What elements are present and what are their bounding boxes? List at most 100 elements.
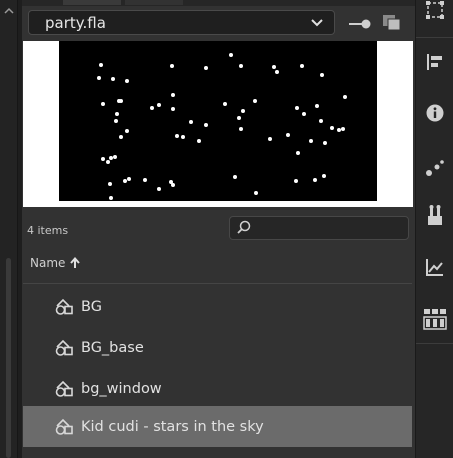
stars-preview-image <box>59 41 377 201</box>
star-dot <box>253 99 257 103</box>
star-dot <box>197 139 201 143</box>
item-name: BG_base <box>81 339 144 356</box>
swatches-button[interactable] <box>416 304 453 338</box>
star-dot <box>341 127 345 131</box>
star-dot <box>108 182 112 186</box>
star-dot <box>106 160 110 164</box>
star-dot <box>171 107 175 111</box>
star-dot <box>237 116 241 120</box>
components-icon <box>425 204 445 230</box>
star-dot <box>233 175 237 179</box>
right-toolbar <box>415 0 453 458</box>
star-dot <box>171 183 175 187</box>
star-dot <box>101 102 105 106</box>
star-dot <box>320 73 324 77</box>
star-dot <box>337 128 341 132</box>
transform-icon <box>425 0 445 24</box>
star-dot <box>239 127 243 131</box>
tab-properties[interactable] <box>62 0 122 6</box>
star-dot <box>204 66 208 70</box>
left-scrollbar[interactable] <box>6 258 11 458</box>
star-dot <box>109 196 113 200</box>
star-dot <box>111 77 115 81</box>
item-name: BG <box>81 298 102 315</box>
star-dot <box>171 93 175 97</box>
library-item[interactable]: BG_base <box>23 327 412 368</box>
star-dot <box>309 139 313 143</box>
motion-editor-button[interactable] <box>416 252 453 286</box>
star-dot <box>294 179 298 183</box>
components-button[interactable] <box>416 200 453 234</box>
symbol-icon <box>53 379 75 399</box>
star-dot <box>302 112 306 116</box>
info-icon <box>425 103 445 127</box>
search-icon <box>237 219 251 238</box>
search-input[interactable] <box>257 221 397 235</box>
star-dot <box>181 135 185 139</box>
motion-editor-icon <box>425 257 445 281</box>
star-dot <box>319 119 323 123</box>
star-dot <box>125 129 129 133</box>
star-dot <box>101 157 105 161</box>
star-dot <box>223 102 227 106</box>
pin-icon <box>347 15 373 34</box>
app-window: party.fla 4 items Name BG BG_base bg_win… <box>0 0 453 458</box>
star-dot <box>109 156 113 160</box>
star-dot <box>322 174 326 178</box>
align-button[interactable] <box>416 47 453 81</box>
star-dot <box>315 104 319 108</box>
star-dot <box>150 106 154 110</box>
star-dot <box>241 109 245 113</box>
info-button[interactable] <box>416 98 453 132</box>
library-item-selected[interactable]: Kid cudi - stars in the sky <box>23 406 412 447</box>
star-dot <box>170 64 174 68</box>
library-search[interactable] <box>229 216 409 240</box>
library-item[interactable]: bg_window <box>23 368 412 409</box>
collapse-chevron-icon[interactable] <box>2 0 16 24</box>
swatches-grid-icon <box>423 308 447 334</box>
column-header-name[interactable]: Name <box>30 256 81 270</box>
document-selector[interactable]: party.fla <box>28 10 335 35</box>
column-header-label: Name <box>30 256 66 270</box>
pin-library-button[interactable] <box>346 14 374 34</box>
symbol-icon <box>53 417 75 437</box>
star-dot <box>157 103 161 107</box>
star-dot <box>97 76 101 80</box>
align-icon <box>425 52 445 76</box>
star-dot <box>123 179 127 183</box>
star-dot <box>189 120 193 124</box>
star-dot <box>254 191 258 195</box>
star-dot <box>272 65 276 69</box>
star-dot <box>229 53 233 57</box>
tab-library[interactable] <box>124 0 184 6</box>
star-dot <box>115 112 119 116</box>
star-dot <box>99 63 103 67</box>
star-dot <box>295 106 299 110</box>
symbol-preview <box>23 41 413 207</box>
items-count: 4 items <box>27 224 69 237</box>
star-dot <box>114 119 118 123</box>
duplicate-panel-icon <box>382 14 402 36</box>
star-dot <box>296 151 300 155</box>
new-library-panel-button[interactable] <box>380 14 404 36</box>
star-dot <box>330 126 334 130</box>
document-name: party.fla <box>45 13 106 32</box>
star-dot <box>268 137 272 141</box>
star-dot <box>125 79 129 83</box>
star-dot <box>127 177 131 181</box>
motion-presets-button[interactable] <box>416 153 453 187</box>
star-dot <box>323 141 327 145</box>
star-dot <box>275 70 279 74</box>
star-dot <box>204 123 208 127</box>
symbol-icon <box>53 297 75 317</box>
star-dot <box>286 133 290 137</box>
star-dot <box>119 99 123 103</box>
library-item[interactable]: BG <box>23 286 412 327</box>
symbol-icon <box>53 338 75 358</box>
toolbar-divider <box>416 343 453 344</box>
star-dot <box>157 187 161 191</box>
panel-tab-strip <box>22 0 415 6</box>
star-dot <box>300 64 304 68</box>
transform-button[interactable] <box>416 0 453 29</box>
star-dot <box>343 95 347 99</box>
